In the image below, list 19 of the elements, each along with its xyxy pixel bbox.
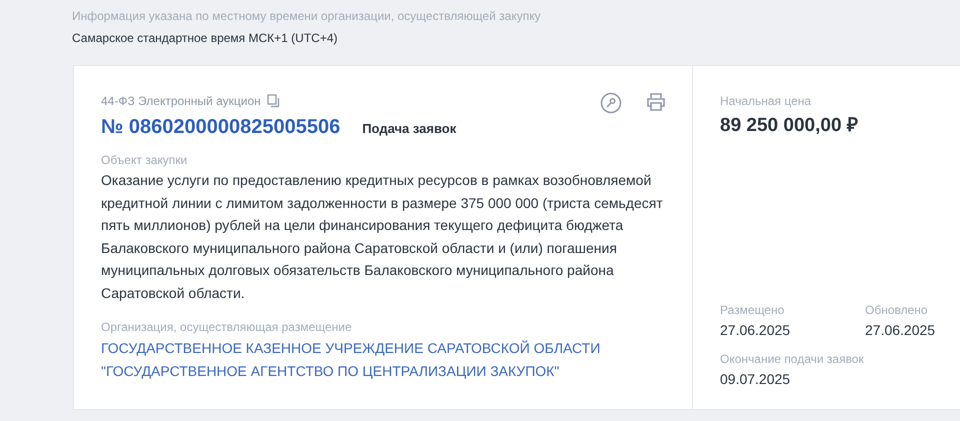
status-text: Подача заявок [362, 121, 456, 136]
organization-label: Организация, осуществляющая размещение [101, 320, 352, 334]
object-label: Объект закупки [101, 153, 188, 167]
organization-link[interactable]: ГОСУДАРСТВЕННОЕ КАЗЕННОЕ УЧРЕЖДЕНИЕ САРАТОВСКОЙ ОБЛАСТИ "ГОСУДАРСТВЕННОЕ АГЕНТСТВО ПО ЦЕНТРАЛИЗАЦИИ ЗАКУПОК" [101, 337, 661, 382]
date-value: 27.06.2025 [720, 322, 790, 338]
print-icon[interactable] [646, 92, 666, 112]
date-label: Размещено [720, 303, 784, 317]
law-label: 44-ФЗ Электронный аукцион [101, 94, 261, 108]
copy-icon[interactable] [266, 94, 280, 108]
date-label: Обновлено [865, 303, 928, 317]
price-label: Начальная цена [720, 94, 812, 108]
timezone-text: Самарское стандартное время МСК+1 (UTC+4) [72, 31, 338, 45]
date-label: Окончание подачи заявок [720, 352, 864, 366]
info-note: Информация указана по местному времени организации, осуществляющей закупку [72, 9, 541, 23]
object-description: Оказание услуги по предоставлению кредитных ресурсов в рамках возобновляемой кредитной линии с лимитом задолженности в размере 375 000 000 (триста семьдесят пять миллионов) рублей на цели финансирования текущего дефицита бюджета Балаковского муниципального района Саратовской области и (или) погашения муниципальных долговых обязательств Балаковского муниципального района Саратовской области. [101, 171, 664, 303]
tender-number-link[interactable]: № 0860200000825005506 [101, 116, 340, 139]
date-value: 09.07.2025 [720, 371, 790, 387]
date-value: 27.06.2025 [865, 322, 936, 338]
price-value: 89 250 000,00 ₽ [720, 114, 858, 137]
